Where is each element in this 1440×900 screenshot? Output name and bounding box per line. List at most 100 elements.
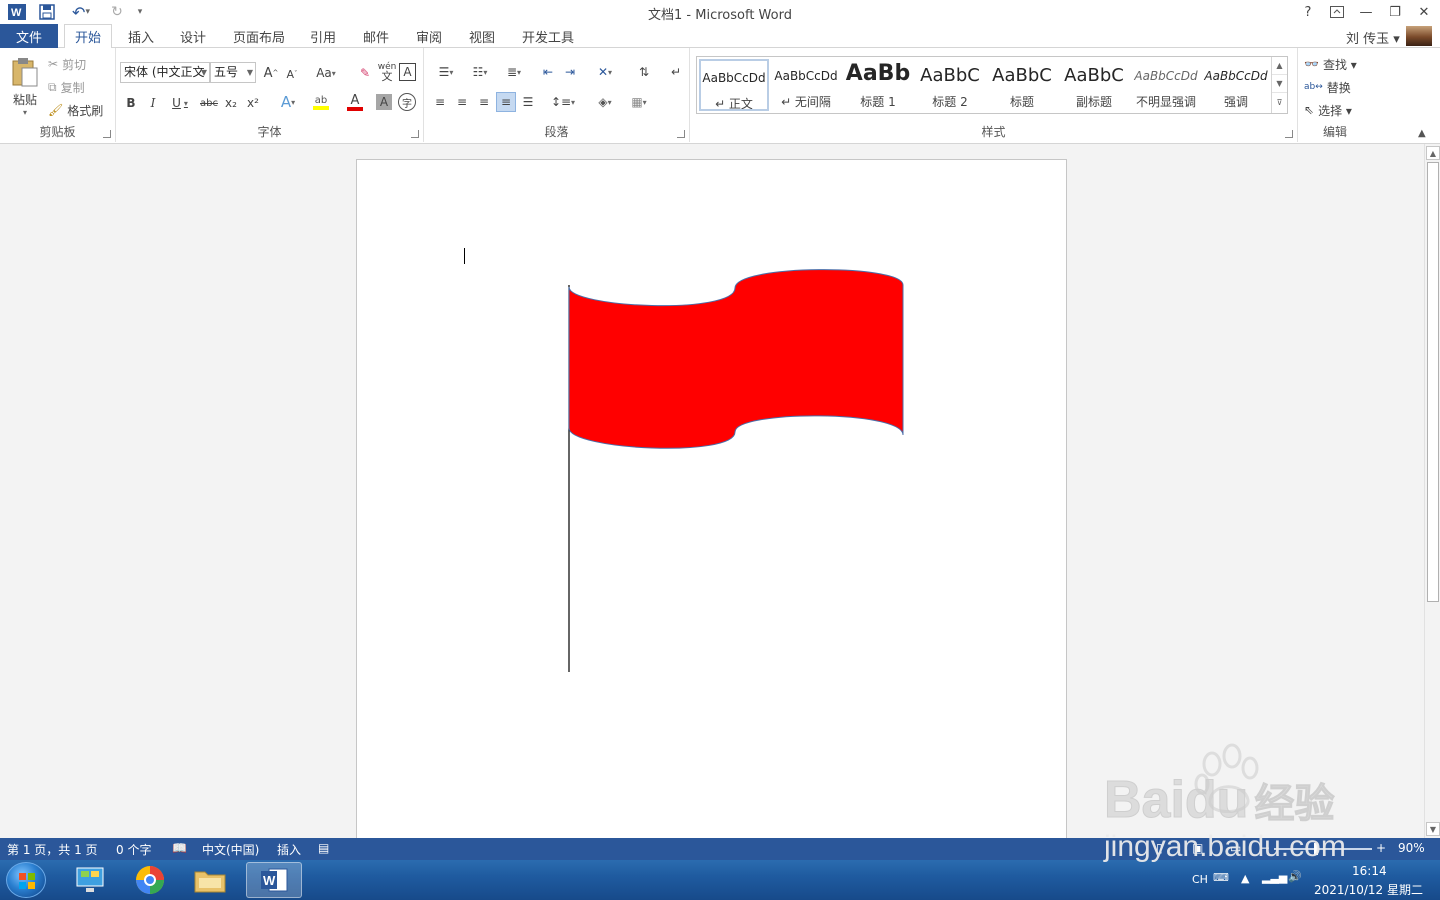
justify-button[interactable]: ≡ <box>496 92 516 112</box>
zoom-in-button[interactable]: + <box>1376 841 1386 855</box>
align-center-button[interactable]: ≡ <box>452 92 472 112</box>
character-border-button[interactable]: A <box>399 63 416 81</box>
subscript-button[interactable]: x₂ <box>222 93 240 113</box>
taskbar-browser[interactable] <box>122 862 178 898</box>
show-hidden-icons-icon[interactable]: ▲ <box>1241 872 1249 885</box>
style-no-spacing[interactable]: AaBbCcDd ↵ 无间隔 <box>771 59 841 111</box>
minimize-button[interactable]: — <box>1355 2 1377 22</box>
zoom-slider-thumb[interactable] <box>1314 843 1318 855</box>
superscript-button[interactable]: x² <box>244 93 262 113</box>
strikethrough-button[interactable]: abc <box>198 93 220 113</box>
scroll-up-arrow[interactable]: ▲ <box>1426 146 1440 160</box>
collapse-ribbon-icon[interactable]: ▲ <box>1418 128 1426 139</box>
borders-button[interactable]: ▦ ▾ <box>624 92 654 112</box>
gallery-more-arrow[interactable]: ⊽ <box>1272 93 1287 111</box>
shading-button[interactable]: ◈ ▾ <box>590 92 620 112</box>
highlight-button[interactable]: ab <box>306 92 336 112</box>
font-size-combo[interactable]: 五号 ▼ <box>210 62 256 83</box>
taskbar-remote-desktop[interactable] <box>62 862 118 898</box>
help-button[interactable]: ? <box>1297 2 1319 22</box>
styles-dialog-launcher[interactable] <box>1285 130 1293 138</box>
format-painter-button[interactable]: 🖌 格式刷 <box>48 100 103 120</box>
ribbon-display-options-icon[interactable] <box>1326 2 1348 22</box>
scroll-thumb[interactable] <box>1427 162 1439 602</box>
ime-indicator[interactable]: CH <box>1192 873 1208 886</box>
word-count[interactable]: 0 个字 <box>116 841 151 858</box>
enclose-characters-button[interactable]: 字 <box>398 93 416 111</box>
language-indicator[interactable]: 中文(中国) <box>202 841 259 858</box>
paste-button[interactable]: 粘贴 ▾ <box>6 54 44 120</box>
change-case-button[interactable]: Aa ▾ <box>312 64 340 82</box>
font-name-combo[interactable]: 宋体 (中文正文 ▼ <box>120 62 210 83</box>
read-mode-icon[interactable]: ▯ <box>1156 841 1163 855</box>
increase-indent-button[interactable]: ⇥ <box>560 62 580 82</box>
avatar[interactable] <box>1406 26 1432 46</box>
web-layout-icon[interactable]: ▭ <box>1230 841 1241 855</box>
bold-button[interactable]: B <box>122 93 140 113</box>
tab-insert[interactable]: 插入 <box>120 24 162 48</box>
volume-icon[interactable]: 🔊 <box>1288 870 1302 883</box>
document-page[interactable] <box>356 159 1067 838</box>
macro-record-icon[interactable]: ▤ <box>318 841 329 855</box>
print-layout-icon[interactable]: ▣ <box>1192 841 1203 855</box>
close-button[interactable]: ✕ <box>1413 2 1435 22</box>
font-color-button[interactable]: A <box>340 92 370 112</box>
line-spacing-button[interactable]: ↕≡ ▾ <box>548 92 578 112</box>
zoom-level[interactable]: 90% <box>1398 841 1425 855</box>
clear-formatting-button[interactable]: ✎ <box>356 63 374 83</box>
user-account[interactable]: 刘 传玉 ▾ <box>1346 28 1400 47</box>
style-emphasis[interactable]: AaBbCcDd 强调 <box>1201 59 1271 111</box>
cut-button[interactable]: ✂ 剪切 <box>48 54 86 74</box>
style-normal[interactable]: AaBbCcDd ↵ 正文 <box>699 59 769 111</box>
maximize-button[interactable]: ❐ <box>1384 2 1406 22</box>
text-effects-button[interactable]: A ▾ <box>274 92 302 112</box>
numbering-button[interactable]: ☷ ▾ <box>464 62 496 82</box>
scroll-down-arrow[interactable]: ▼ <box>1426 822 1440 836</box>
font-dialog-launcher[interactable] <box>411 130 419 138</box>
style-heading-2[interactable]: AaBbC 标题 2 <box>915 59 985 111</box>
keyboard-icon[interactable]: ⌨ <box>1213 871 1229 884</box>
style-heading-1[interactable]: AaBb 标题 1 <box>843 59 913 111</box>
taskbar-file-explorer[interactable] <box>182 862 238 898</box>
gallery-up-arrow[interactable]: ▲ <box>1272 57 1287 75</box>
replace-button[interactable]: ab↔ 替换 <box>1304 77 1351 97</box>
tab-file[interactable]: 文件 <box>0 24 58 48</box>
zoom-out-button[interactable]: − <box>1260 841 1270 855</box>
tab-developer[interactable]: 开发工具 <box>516 24 580 48</box>
style-title[interactable]: AaBbC 标题 <box>987 59 1057 111</box>
show-marks-button[interactable]: ↵ <box>666 62 686 82</box>
tab-mailings[interactable]: 邮件 <box>355 24 397 48</box>
clock-date[interactable]: 2021/10/12 星期二 <box>1314 881 1423 898</box>
select-button[interactable]: ⇖ 选择 ▾ <box>1304 100 1352 120</box>
tab-design[interactable]: 设计 <box>172 24 214 48</box>
taskbar-word[interactable]: W <box>246 862 302 898</box>
tab-page-layout[interactable]: 页面布局 <box>228 24 290 48</box>
chinese-layout-button[interactable]: ✕ ▾ <box>590 62 620 82</box>
italic-button[interactable]: I <box>144 93 162 113</box>
gallery-down-arrow[interactable]: ▼ <box>1272 75 1287 93</box>
insert-mode-indicator[interactable]: 插入 <box>277 841 301 858</box>
page-count[interactable]: 第 1 页，共 1 页 <box>7 841 98 858</box>
phonetic-guide-button[interactable]: wén 文 <box>378 61 397 83</box>
paste-dropdown-arrow[interactable]: ▾ <box>23 108 27 117</box>
shrink-font-button[interactable]: Aˇ <box>284 66 300 82</box>
vertical-scrollbar[interactable]: ▲ ▼ <box>1424 144 1440 838</box>
align-left-button[interactable]: ≡ <box>430 92 450 112</box>
network-icon[interactable]: ▂▃▅ <box>1262 871 1287 884</box>
character-shading-button[interactable]: A <box>376 94 392 110</box>
style-subtitle[interactable]: AaBbC 副标题 <box>1059 59 1129 111</box>
distributed-button[interactable]: ☰ <box>518 92 538 112</box>
grow-font-button[interactable]: A ^ <box>262 64 280 82</box>
find-button[interactable]: 👓 查找 ▾ <box>1304 54 1357 74</box>
start-button[interactable] <box>6 862 46 898</box>
multilevel-list-button[interactable]: ≣ ▾ <box>498 62 530 82</box>
paragraph-dialog-launcher[interactable] <box>677 130 685 138</box>
tab-home[interactable]: 开始 <box>64 24 112 49</box>
proofing-icon[interactable]: 📖 <box>172 841 187 855</box>
clock-time[interactable]: 16:14 <box>1352 864 1387 878</box>
bullets-button[interactable]: ☰ ▾ <box>430 62 462 82</box>
tab-review[interactable]: 审阅 <box>408 24 450 48</box>
copy-button[interactable]: ⧉ 复制 <box>48 77 85 97</box>
decrease-indent-button[interactable]: ⇤ <box>538 62 558 82</box>
align-right-button[interactable]: ≡ <box>474 92 494 112</box>
